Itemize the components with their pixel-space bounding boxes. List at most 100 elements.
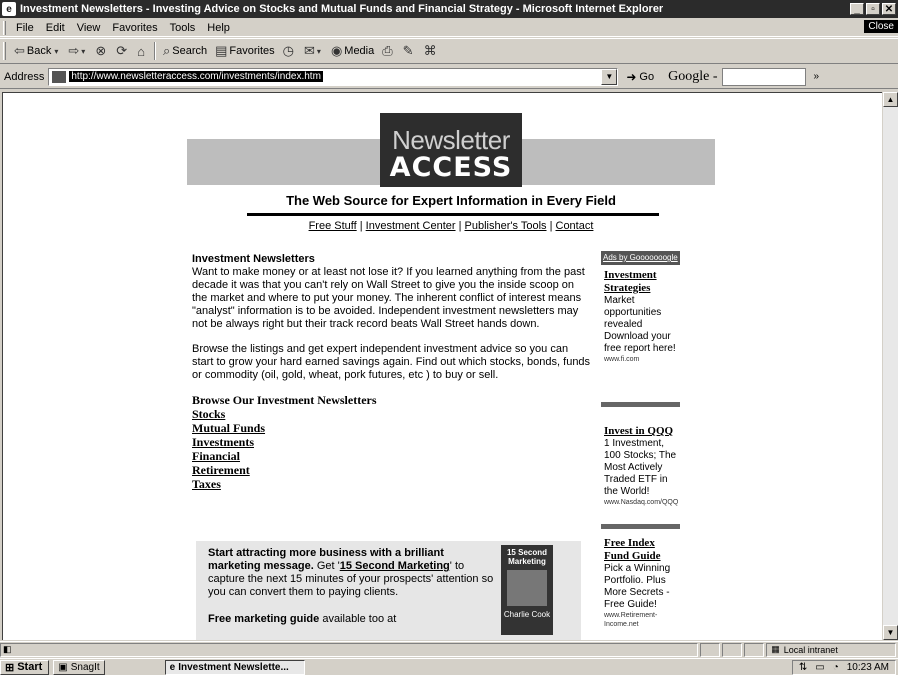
mail-button[interactable]: ✉ ▾ — [300, 40, 327, 62]
home-button[interactable]: ⌂ — [133, 40, 151, 62]
forward-button[interactable]: ⇨ ▾ — [64, 40, 91, 62]
refresh-button[interactable]: ⟳ — [112, 40, 133, 62]
page-viewport: Newsletter ACCESS The Web Source for Exp… — [2, 92, 882, 640]
favorites-label: Favorites — [229, 45, 275, 57]
category-link-financial[interactable]: Financial — [192, 449, 592, 463]
menu-help[interactable]: Help — [201, 22, 236, 34]
status-seg — [744, 642, 765, 657]
media-icon: ◉ — [330, 43, 343, 58]
ad-item[interactable]: Free Index Fund Guide Pick a Winning Por… — [601, 529, 680, 635]
favorites-folder-icon: ▤ — [215, 43, 228, 58]
maximize-button[interactable]: ▫ — [866, 3, 880, 15]
close-button[interactable]: ✕ — [882, 3, 896, 15]
windows-logo-icon: ⊞ — [5, 661, 15, 674]
guide-text: available too at — [319, 613, 397, 625]
intro-paragraph: Want to make money or at least not lose … — [192, 266, 585, 330]
menu-edit[interactable]: Edit — [40, 22, 71, 34]
active-task-label: Investment Newslette... — [178, 661, 289, 673]
ad-item[interactable]: Invest in QQQ 1 Investment, 100 Stocks; … — [601, 407, 680, 529]
ad-description: Market opportunities revealed Download y… — [604, 295, 676, 354]
back-button[interactable]: ⇦ Back ▾ — [10, 40, 64, 62]
menu-favorites[interactable]: Favorites — [106, 22, 163, 34]
ad-description: Pick a Winning Portfolio. Plus More Secr… — [604, 563, 671, 610]
status-text: ◧ — [0, 642, 699, 657]
ad-title[interactable]: Invest in QQQ — [604, 425, 678, 438]
ad-title[interactable]: Investment Strategies — [604, 269, 678, 295]
snagit-icon: ▣ — [58, 661, 68, 673]
edit-button[interactable]: ✎ — [399, 40, 420, 62]
taskbar-snagit[interactable]: ▣ SnagIt — [53, 659, 105, 675]
browser-window: e Investment Newsletters - Investing Adv… — [0, 0, 898, 675]
ad-title[interactable]: Free Index Fund Guide — [604, 537, 678, 563]
nav-free-stuff[interactable]: Free Stuff — [309, 220, 357, 232]
nav-contact[interactable]: Contact — [556, 220, 594, 232]
edit-icon: ✎ — [402, 43, 414, 58]
ad-url: www.Nasdaq.com/QQQ — [604, 499, 679, 506]
discuss-button[interactable]: ⌘ — [420, 40, 443, 62]
category-link-taxes[interactable]: Taxes — [192, 477, 592, 491]
toolbar-overflow-icon[interactable]: » — [814, 71, 820, 82]
browse-paragraph: Browse the listings and get expert indep… — [192, 343, 591, 381]
nav-sep: | — [356, 220, 366, 232]
refresh-icon: ⟳ — [116, 43, 128, 58]
chevron-down-icon[interactable]: ▼ — [601, 68, 618, 85]
print-button[interactable]: ⎙ — [378, 40, 398, 62]
minimize-button[interactable]: _ — [850, 3, 864, 15]
nav-investment-center[interactable]: Investment Center — [366, 220, 456, 232]
category-link-mutual-funds[interactable]: Mutual Funds — [192, 421, 592, 435]
ad-description: 1 Investment, 100 Stocks; The Most Activ… — [604, 438, 677, 497]
taskbar-active-window[interactable]: e Investment Newslette... — [164, 659, 305, 675]
status-seg — [722, 642, 743, 657]
category-link-retirement[interactable]: Retirement — [192, 463, 592, 477]
google-search-input[interactable] — [721, 67, 806, 86]
site-tagline: The Web Source for Expert Information in… — [286, 193, 616, 208]
address-input[interactable]: http://www.newsletteraccess.com/investme… — [48, 67, 619, 86]
book-art — [507, 570, 547, 606]
google-toolbar-button[interactable]: Google - — [668, 69, 717, 85]
tray-volume-icon[interactable]: ◔ — [833, 662, 839, 673]
mail-icon: ✉ — [304, 43, 315, 58]
promo-link[interactable]: 15 Second Marketing — [340, 560, 450, 572]
ads-header[interactable]: Ads by Gooooooogle — [601, 251, 680, 265]
menu-file[interactable]: File — [10, 22, 40, 34]
stop-button[interactable]: ⊗ — [91, 40, 112, 62]
browse-heading: Browse Our Investment Newsletters — [192, 393, 377, 407]
book-cover-image[interactable]: 15 Second Marketing Charlie Cook — [501, 545, 553, 635]
menu-view[interactable]: View — [71, 22, 107, 34]
nav-sep: | — [455, 220, 465, 232]
go-button[interactable]: ➜ Go — [626, 70, 654, 84]
snagit-label: SnagIt — [70, 661, 100, 673]
status-bar: ◧ ▦ Local intranet — [0, 641, 898, 657]
scroll-down-icon[interactable]: ▼ — [883, 625, 898, 640]
page-status-icon: ◧ — [3, 644, 12, 654]
book-title: 15 Second Marketing — [506, 548, 547, 566]
menu-tools[interactable]: Tools — [164, 22, 202, 34]
tray-network-icon[interactable]: ⇅ — [799, 662, 807, 673]
category-link-stocks[interactable]: Stocks — [192, 407, 592, 421]
media-label: Media — [344, 45, 375, 57]
search-button[interactable]: ⌕ Search — [159, 40, 211, 62]
toolbar-grip — [3, 42, 6, 60]
back-arrow-icon: ⇦ — [14, 43, 25, 58]
start-button[interactable]: ⊞ Start — [0, 659, 50, 675]
vertical-scrollbar[interactable]: ▲ ▼ — [883, 92, 898, 640]
home-icon: ⌂ — [137, 43, 145, 59]
promo-guide: Free marketing guide available too at — [208, 613, 498, 625]
security-zone: ▦ Local intranet — [766, 642, 896, 657]
menu-bar: File Edit View Favorites Tools Help Clos… — [0, 19, 898, 37]
ad-item[interactable]: Investment Strategies Market opportuniti… — [601, 265, 680, 407]
print-icon: ⎙ — [382, 43, 393, 58]
address-url: http://www.newsletteraccess.com/investme… — [69, 71, 323, 82]
media-button[interactable]: ◉ Media — [327, 40, 378, 62]
category-link-investments[interactable]: Investments — [192, 435, 592, 449]
favorites-button[interactable]: ▤ Favorites — [211, 40, 279, 62]
scroll-up-icon[interactable]: ▲ — [883, 92, 898, 107]
book-author: Charlie Cook — [503, 610, 551, 619]
site-logo[interactable]: Newsletter ACCESS — [380, 113, 522, 187]
marketing-promo: Start attracting more business with a br… — [196, 541, 581, 640]
tray-monitor-icon[interactable]: ▭ — [815, 662, 824, 673]
history-button[interactable]: ◷ — [279, 40, 300, 62]
nav-publishers-tools[interactable]: Publisher's Tools — [465, 220, 547, 232]
section-heading: Investment Newsletters — [192, 253, 315, 265]
go-arrow-icon: ➜ — [626, 69, 637, 84]
